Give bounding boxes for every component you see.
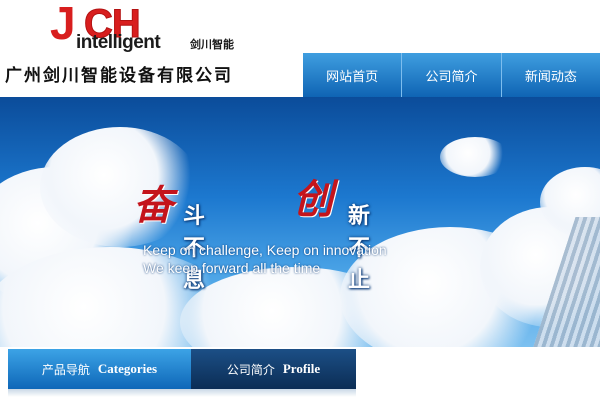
header: J CH intelligent 剑川智能 广州剑川智能设备有限公司 网站首页 … <box>0 0 600 97</box>
tab-categories-en: Categories <box>97 361 158 376</box>
nav-item-home[interactable]: 网站首页 <box>303 53 401 97</box>
banner-english-line-2: We keep forward all the time <box>143 260 321 276</box>
company-logo[interactable]: J CH intelligent 剑川智能 <box>40 0 240 58</box>
slogan-char-1: 奋 <box>133 182 173 229</box>
section-tabs: 产品导航 Categories 公司简介 Profile <box>0 347 600 400</box>
banner-english-line-1: Keep on challenge, Keep on innovation <box>143 242 387 258</box>
slogan-char-2: 创 <box>293 176 333 223</box>
company-name: 广州剑川智能设备有限公司 <box>5 66 233 86</box>
hero-banner: 奋 斗不息 创 新不止 Keep on challenge, Keep on i… <box>0 97 600 347</box>
nav-item-news[interactable]: 新闻动态 <box>500 53 600 97</box>
cloud-shape <box>40 127 200 247</box>
tab-profile[interactable]: 公司简介 Profile <box>191 349 356 389</box>
tab-categories[interactable]: 产品导航 Categories <box>8 349 191 389</box>
tab-shadow <box>8 389 356 397</box>
tab-profile-en: Profile <box>282 361 321 376</box>
cloud-shape <box>440 137 510 177</box>
main-nav: 网站首页 公司简介 新闻动态 <box>303 53 600 97</box>
tab-profile-cn: 公司简介 <box>226 362 275 377</box>
tab-categories-cn: 产品导航 <box>41 362 90 377</box>
nav-item-about[interactable]: 公司简介 <box>401 53 500 97</box>
logo-j: J <box>50 0 76 49</box>
logo-wordmark: intelligent <box>76 32 161 53</box>
logo-wordmark-cn: 剑川智能 <box>190 38 234 51</box>
